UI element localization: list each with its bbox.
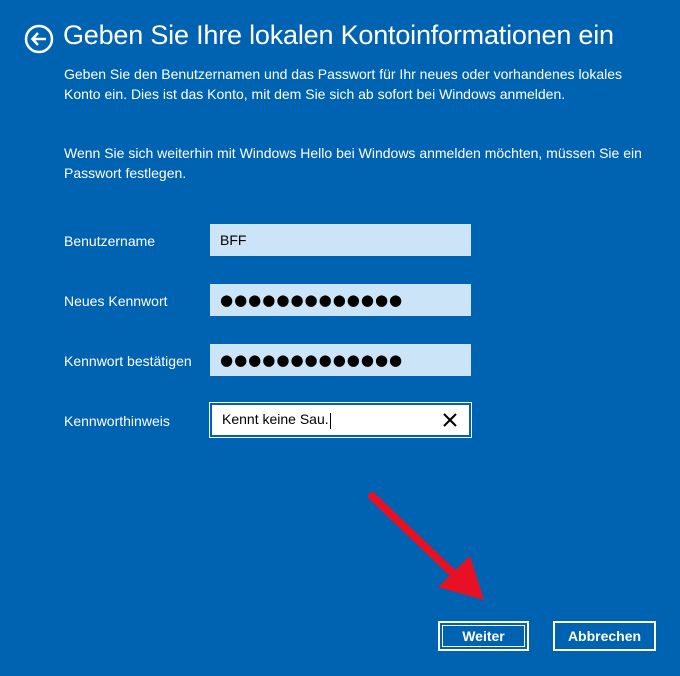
password-hint-input-text: Kennt keine Sau. bbox=[222, 411, 441, 429]
password-hint-value: Kennt keine Sau. bbox=[222, 411, 329, 428]
page-title: Geben Sie Ihre lokalen Kontoinformatione… bbox=[63, 20, 614, 50]
arrow-left-circle-icon bbox=[24, 24, 54, 54]
confirm-password-label: Kennwort bestätigen bbox=[64, 353, 192, 369]
username-label: Benutzername bbox=[64, 233, 156, 249]
password-hint-field[interactable]: Kennt keine Sau. bbox=[209, 402, 472, 438]
new-password-label: Neues Kennwort bbox=[64, 293, 168, 309]
confirm-password-field[interactable]: ●●●●●●●●●●●●● bbox=[210, 344, 471, 376]
password-hint-label: Kennworthinweis bbox=[64, 413, 170, 429]
next-button[interactable]: Weiter bbox=[438, 621, 529, 651]
new-password-field[interactable]: ●●●●●●●●●●●●● bbox=[210, 284, 471, 316]
clear-field-button[interactable] bbox=[441, 411, 459, 429]
red-arrow-annotation-icon bbox=[368, 492, 484, 600]
next-button-label: Weiter bbox=[462, 628, 505, 644]
new-password-value: ●●●●●●●●●●●●● bbox=[220, 291, 404, 309]
intro-paragraph: Geben Sie den Benutzernamen und das Pass… bbox=[64, 66, 623, 102]
text-caret bbox=[329, 412, 331, 429]
cancel-button-label: Abbrechen bbox=[567, 628, 642, 644]
confirm-password-value: ●●●●●●●●●●●●● bbox=[220, 351, 404, 369]
username-value: BFF bbox=[220, 232, 247, 248]
cancel-button[interactable]: Abbrechen bbox=[553, 621, 656, 651]
hello-note-paragraph: Wenn Sie sich weiterhin mit Windows Hell… bbox=[64, 145, 642, 181]
back-button[interactable] bbox=[24, 24, 54, 54]
close-icon bbox=[443, 413, 457, 427]
username-field[interactable]: BFF bbox=[210, 224, 471, 256]
